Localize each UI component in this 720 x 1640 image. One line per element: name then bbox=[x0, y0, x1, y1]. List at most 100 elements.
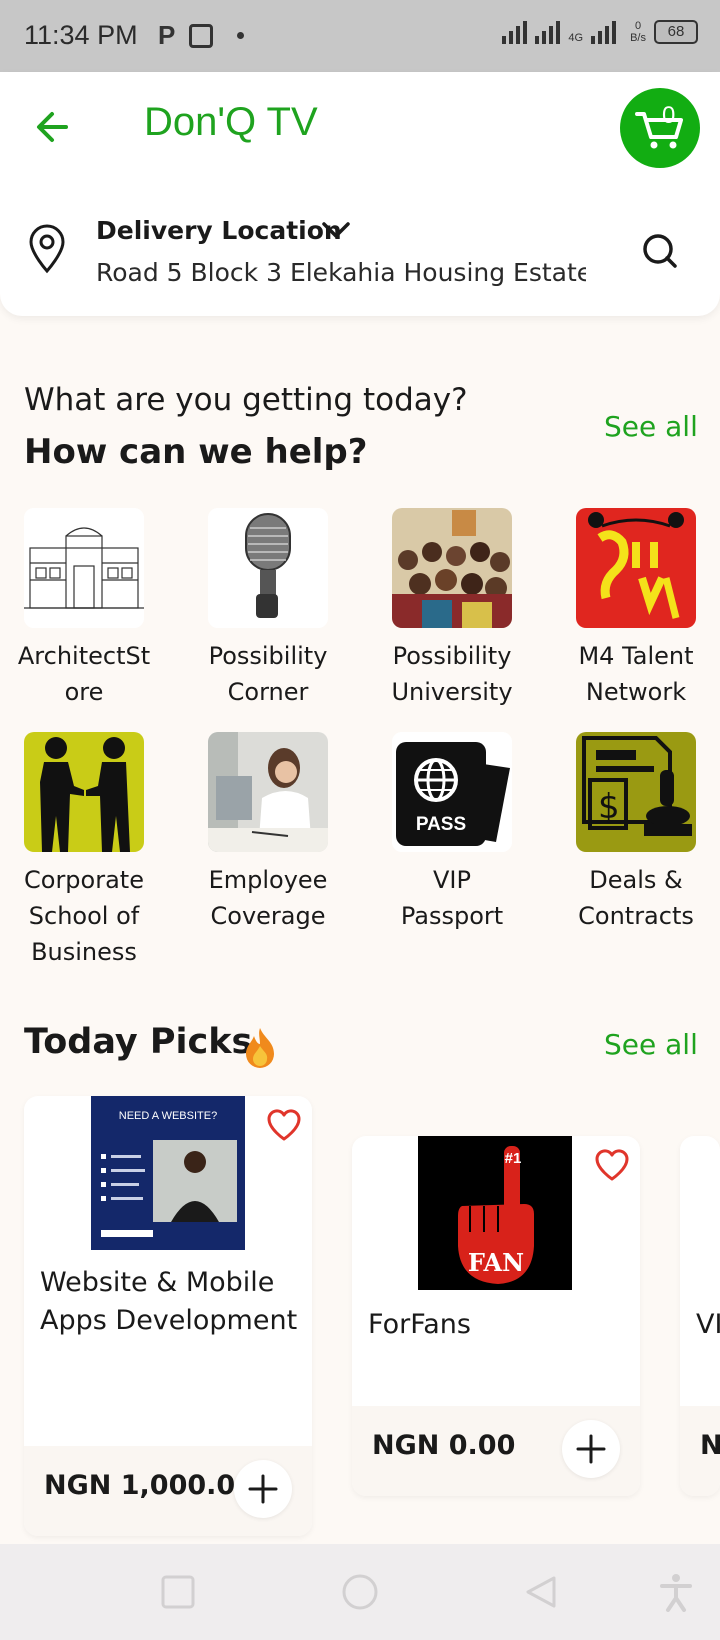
category-deals-and-contracts[interactable]: $ Deals & Contracts bbox=[552, 732, 720, 934]
category-possibility-university[interactable]: Possibility University bbox=[368, 508, 536, 710]
product-price: N bbox=[700, 1430, 720, 1461]
plus-icon bbox=[248, 1474, 278, 1504]
dot-icon bbox=[237, 32, 245, 39]
delivery-address[interactable]: Road 5 Block 3 Elekahia Housing Estate .… bbox=[96, 258, 586, 287]
category-label-line: Possibility bbox=[208, 642, 328, 670]
signal-icon bbox=[502, 18, 528, 44]
add-to-cart-button[interactable] bbox=[562, 1420, 620, 1478]
category-label-line: Corner bbox=[227, 678, 309, 706]
product-name-line: Website & Mobile bbox=[40, 1267, 275, 1298]
status-time: 11:34 PM bbox=[24, 20, 138, 50]
help-title: How can we help? bbox=[24, 432, 368, 472]
parking-p-icon: P bbox=[158, 20, 176, 50]
page-title: Don'Q TV bbox=[144, 100, 318, 144]
product-price: NGN 1,000.00 bbox=[44, 1470, 254, 1501]
product-card[interactable]: VI N bbox=[680, 1136, 720, 1496]
favorite-heart-icon[interactable] bbox=[594, 1148, 630, 1186]
category-label-line: ArchitectSt bbox=[17, 642, 151, 670]
square-icon bbox=[161, 1575, 195, 1609]
battery-icon: 68 bbox=[654, 20, 698, 44]
category-label: ArchitectSt ore bbox=[0, 638, 168, 710]
category-label-line: Corporate bbox=[24, 866, 144, 894]
cart-button[interactable]: 0 bbox=[620, 88, 700, 168]
data-rate-unit: B/s bbox=[630, 32, 646, 44]
category-label-line: Business bbox=[31, 938, 137, 966]
handshake-silhouette-image bbox=[24, 732, 144, 852]
triangle-back-icon bbox=[526, 1576, 556, 1608]
category-label-line: Employee bbox=[208, 866, 328, 894]
arrow-left-icon bbox=[37, 112, 68, 142]
passport-image: PASS bbox=[392, 732, 512, 852]
signal-icon bbox=[591, 18, 617, 44]
product-name: VI bbox=[696, 1309, 720, 1340]
home-button[interactable] bbox=[340, 1572, 380, 1616]
svg-text:$: $ bbox=[598, 787, 620, 827]
category-label-line: Deals & bbox=[589, 866, 683, 894]
fire-icon bbox=[242, 1026, 278, 1072]
see-all-categories-link[interactable]: See all bbox=[604, 410, 698, 443]
website-ad-image: NEED A WEBSITE? bbox=[91, 1096, 245, 1250]
system-nav-bar bbox=[0, 1544, 720, 1640]
today-picks-title: Today Picks bbox=[24, 1022, 253, 1062]
contract-stamp-image: $ bbox=[576, 732, 696, 852]
search-icon bbox=[643, 234, 677, 268]
category-label-line: School of bbox=[28, 902, 140, 930]
category-employee-coverage[interactable]: Employee Coverage bbox=[184, 732, 352, 934]
category-label-line: ore bbox=[64, 678, 104, 706]
category-architectstore[interactable]: ArchitectSt ore bbox=[0, 508, 168, 710]
category-label: VIP Passport bbox=[368, 862, 536, 934]
search-button[interactable] bbox=[620, 217, 700, 287]
category-label-line: Possibility bbox=[392, 642, 512, 670]
category-corporate-school-of-business[interactable]: Corporate School of Business bbox=[0, 732, 168, 970]
category-label: Employee Coverage bbox=[184, 862, 352, 934]
category-vip-passport[interactable]: PASS VIP Passport bbox=[368, 732, 536, 934]
category-label: Possibility Corner bbox=[184, 638, 352, 710]
product-footer: N bbox=[680, 1406, 720, 1496]
status-right-icons: 4G 0 B/s 68 bbox=[502, 18, 698, 44]
fan-badge: #1 bbox=[504, 1150, 522, 1167]
data-rate: 0 B/s bbox=[630, 20, 646, 44]
ad-caption: NEED A WEBSITE? bbox=[118, 1110, 218, 1122]
category-label-line: University bbox=[391, 678, 513, 706]
passport-badge-text: PASS bbox=[415, 814, 467, 835]
category-label: Possibility University bbox=[368, 638, 536, 710]
status-bar: 11:34 PM P 4G 0 B/s 68 bbox=[0, 0, 720, 72]
accessibility-icon bbox=[660, 1574, 692, 1612]
fan-caption: FAN bbox=[467, 1248, 525, 1277]
product-footer: NGN 0.00 bbox=[352, 1406, 640, 1496]
circle-icon bbox=[342, 1574, 378, 1610]
favorite-heart-icon[interactable] bbox=[266, 1108, 302, 1146]
show-us-your-talent-image bbox=[576, 508, 696, 628]
woman-at-desk-image bbox=[208, 732, 328, 852]
cart-count-badge: 0 bbox=[662, 102, 676, 129]
location-pin-icon bbox=[26, 222, 68, 278]
product-name-line: ForFans bbox=[368, 1309, 471, 1340]
category-label-line: M4 Talent bbox=[578, 642, 694, 670]
add-to-cart-button[interactable] bbox=[234, 1460, 292, 1518]
top-card: Don'Q TV 0 Delivery Location Road 5 Bloc… bbox=[0, 72, 720, 316]
recent-apps-button[interactable] bbox=[160, 1574, 196, 1614]
category-m4-talent-network[interactable]: M4 Talent Network bbox=[552, 508, 720, 710]
status-left-icons: P bbox=[158, 20, 245, 51]
category-label-line: Contracts bbox=[578, 902, 694, 930]
accessibility-button[interactable] bbox=[658, 1572, 694, 1616]
category-possibility-corner[interactable]: Possibility Corner bbox=[184, 508, 352, 710]
network-type: 4G bbox=[568, 32, 584, 44]
back-nav-button[interactable] bbox=[522, 1574, 558, 1614]
plus-icon bbox=[576, 1434, 606, 1464]
product-card[interactable]: NEED A WEBSITE? Website & Mobile Apps De… bbox=[24, 1096, 312, 1536]
category-label-line: Coverage bbox=[210, 902, 326, 930]
architecture-drawing-image bbox=[24, 508, 144, 628]
see-all-picks-link[interactable]: See all bbox=[604, 1028, 698, 1061]
category-label: Corporate School of Business bbox=[0, 862, 168, 970]
microphone-image bbox=[208, 508, 328, 628]
product-footer: NGN 1,000.00 bbox=[24, 1446, 312, 1536]
product-price: NGN 0.00 bbox=[372, 1430, 516, 1461]
category-label-line: Network bbox=[585, 678, 687, 706]
product-card[interactable]: #1 FAN ForFans NGN 0.00 bbox=[352, 1136, 640, 1496]
delivery-location-label[interactable]: Delivery Location bbox=[96, 216, 342, 245]
chevron-down-icon[interactable] bbox=[320, 220, 352, 244]
back-button[interactable] bbox=[30, 102, 80, 152]
fan-hand-image: #1 FAN bbox=[418, 1136, 572, 1290]
category-label: M4 Talent Network bbox=[552, 638, 720, 710]
